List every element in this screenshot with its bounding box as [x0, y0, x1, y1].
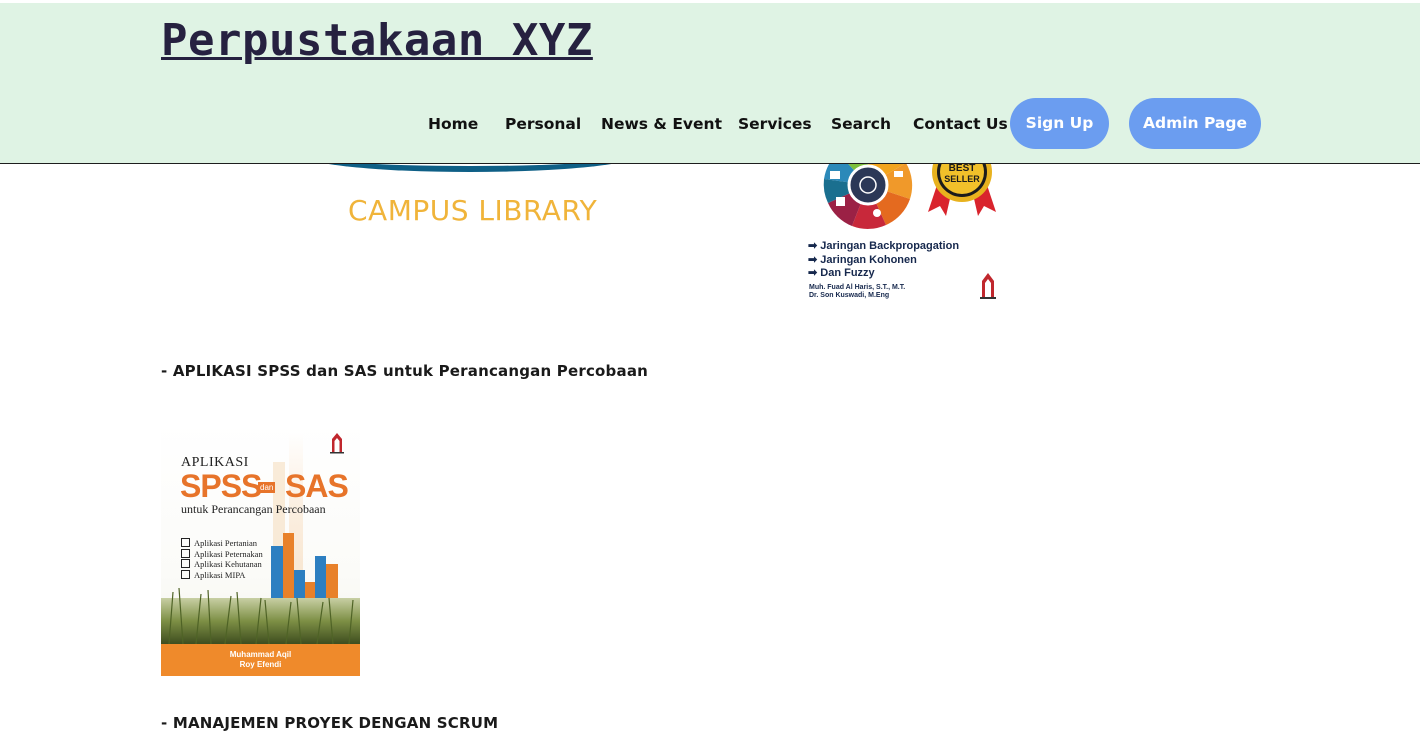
topic-item: ➡ Jaringan Backpropagation [808, 240, 960, 252]
checklist-item: Aplikasi Kehutanan [181, 559, 263, 570]
cover-brand-left: SPSS [180, 468, 262, 504]
checkbox-icon [181, 548, 190, 558]
book-title-scrum: - MANAJEMEN PROYEK DENGAN SCRUM [161, 714, 499, 732]
neural-network-book-cover[interactable]: BEST SELLER ➡ Jaringan Backpropagation ➡… [790, 150, 1005, 305]
checklist-item: Aplikasi Pertanian [181, 538, 263, 549]
checkbox-icon [181, 569, 190, 579]
nav-search[interactable]: Search [831, 98, 891, 150]
badge-best: BEST [949, 163, 976, 174]
nav-personal[interactable]: Personal [505, 98, 581, 150]
campus-library-text: CAMPUS LIBRARY [348, 194, 598, 227]
topic-item: ➡ Jaringan Kohonen [808, 253, 917, 266]
admin-page-button[interactable]: Admin Page [1129, 98, 1261, 149]
checkbox-icon [181, 538, 190, 547]
site-title[interactable]: Perpustakaan XYZ [161, 15, 593, 66]
sign-up-button[interactable]: Sign Up [1010, 98, 1109, 149]
nav-contact-us[interactable]: Contact Us [913, 98, 1008, 150]
nav-home[interactable]: Home [428, 98, 478, 150]
cover-authors: Muhammad Aqil Roy Efendi [229, 650, 292, 669]
cover-subtitle: untuk Perancangan Percobaan [181, 502, 326, 516]
badge-seller: SELLER [944, 174, 980, 184]
cover-checklist: Aplikasi Pertanian Aplikasi Peternakan A… [181, 538, 263, 580]
site-header: Perpustakaan XYZ Home Personal News & Ev… [0, 3, 1420, 164]
cover-brand-right: SAS [285, 468, 349, 504]
book-title-spss: - APLIKASI SPSS dan SAS untuk Perancanga… [161, 362, 649, 380]
nav-services[interactable]: Services [738, 98, 812, 150]
neural-book-authors: Muh. Fuad Al Haris, S.T., M.T. Dr. Son K… [809, 284, 906, 299]
cover-joiner: dan [258, 482, 276, 493]
neural-book-topics: ➡ Jaringan Backpropagation ➡ Jaringan Ko… [808, 240, 959, 281]
checkbox-icon [181, 559, 190, 568]
cover-graphic: BEST SELLER [823, 150, 996, 299]
checklist-item: Aplikasi MIPA [181, 569, 263, 581]
main-nav: Home Personal News & Event Services Sear… [0, 98, 1420, 150]
spss-sas-book-cover[interactable]: APLIKASI SPSS dan SAS untuk Perancangan … [161, 422, 360, 676]
topic-item: ➡ Dan Fuzzy [808, 267, 875, 279]
nav-news-event[interactable]: News & Event [601, 98, 722, 150]
checklist-item: Aplikasi Peternakan [181, 548, 263, 560]
